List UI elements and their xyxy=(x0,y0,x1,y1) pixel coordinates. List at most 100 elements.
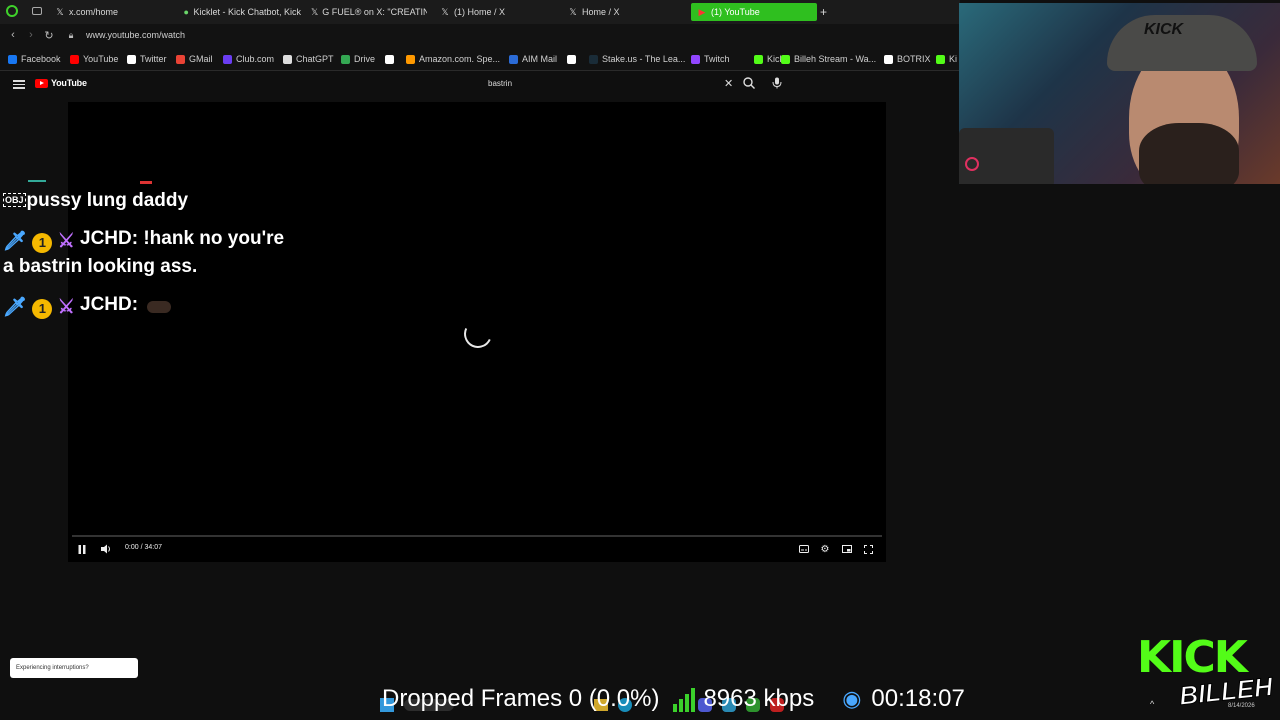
reload-button[interactable]: ↻ xyxy=(42,28,56,42)
volume-button[interactable] xyxy=(99,543,113,555)
tab-home-x-2[interactable]: 𝕏 Home / X xyxy=(568,3,620,21)
kick-billeh-logo: KICK BILLEH xyxy=(1137,636,1277,718)
bookmark-item[interactable]: Facebook xyxy=(8,52,61,66)
x-icon: 𝕏 xyxy=(441,6,449,17)
captions-icon xyxy=(799,545,809,553)
bookmark-item[interactable]: BOTRIX xyxy=(884,52,931,66)
bookmark-label: AIM Mail xyxy=(522,54,558,64)
search-icon[interactable] xyxy=(742,76,756,90)
fullscreen-button[interactable] xyxy=(861,543,875,555)
bookmark-item[interactable]: Stake.us - The Lea... xyxy=(589,52,685,66)
obj-badge: OBJ xyxy=(3,193,26,207)
tab-label: G FUEL® on X: "CREATING xyxy=(322,7,427,17)
uptime: 00:18:07 xyxy=(871,685,965,712)
x-icon: 𝕏 xyxy=(569,6,577,17)
back-button[interactable]: ‹ xyxy=(6,28,20,42)
youtube-play-icon xyxy=(35,78,48,88)
reload-icon: ↻ xyxy=(44,29,54,42)
bookmark-item[interactable]: Billeh Stream - Wa... xyxy=(781,52,876,66)
bookmark-item[interactable]: Ki xyxy=(936,52,957,66)
bookmark-item[interactable]: Kick xyxy=(754,52,784,66)
sword-icon: 🗡︎ xyxy=(3,231,28,252)
miniplayer-icon xyxy=(842,545,852,553)
lock-icon[interactable]: 🔒︎ xyxy=(64,28,78,42)
bookmark-label: Ki xyxy=(949,54,958,64)
bookmark-label: Drive xyxy=(354,54,376,64)
bookmark-icon xyxy=(341,54,350,64)
bookmark-item[interactable]: Twitter xyxy=(127,52,167,66)
settings-button[interactable]: ⚙ xyxy=(818,543,832,555)
bookmark-item[interactable]: GMail xyxy=(176,52,213,66)
bookmark-icon xyxy=(781,54,790,64)
bookmark-icon xyxy=(936,54,945,64)
broadcast-icon: ◉ xyxy=(842,686,862,711)
tab-gfuel[interactable]: 𝕏 G FUEL® on X: "CREATING xyxy=(311,3,427,21)
bookmark-label: Billeh Stream - Wa... xyxy=(794,54,877,64)
tab-label: x.com/home xyxy=(69,7,119,17)
chat-residue xyxy=(140,181,152,184)
chat-message-1: OBJ pussy lung daddy xyxy=(3,190,188,212)
new-tab-button[interactable]: + xyxy=(820,3,827,21)
progress-bar[interactable] xyxy=(72,535,882,537)
bookmark-item[interactable] xyxy=(567,52,580,66)
signal-bars-icon xyxy=(673,686,696,712)
emote-icon xyxy=(147,301,172,313)
rainbow-sword-icon: ⚔︎ xyxy=(57,231,75,252)
bookmark-item[interactable]: AIM Mail xyxy=(509,52,557,66)
pause-button[interactable] xyxy=(76,543,88,555)
light-ring xyxy=(965,157,979,171)
bookmark-label: GMail xyxy=(189,54,213,64)
interruptions-prompt[interactable]: Experiencing interruptions? xyxy=(10,658,138,678)
bitrate: 8963 kbps xyxy=(703,685,815,712)
chat-text: !hank no you're xyxy=(143,228,285,249)
taskbar-date: 8/14/2026 xyxy=(1228,703,1255,709)
clear-search-icon[interactable]: ✕ xyxy=(724,77,733,90)
bookmark-item[interactable]: ChatGPT xyxy=(283,52,334,66)
sword-icon: 🗡︎ xyxy=(3,297,28,318)
gold-badge-icon: 1 xyxy=(32,299,53,319)
bookmark-label: ChatGPT xyxy=(296,54,334,64)
tab-home-x-1[interactable]: 𝕏 (1) Home / X xyxy=(440,3,505,21)
arrow-left-icon: ‹ xyxy=(11,29,15,41)
tab-x-home[interactable]: 𝕏 x.com/home xyxy=(55,3,118,21)
bookmark-icon xyxy=(406,54,415,64)
tab-label: Home / X xyxy=(582,7,620,17)
chat-text: pussy lung daddy xyxy=(26,190,189,211)
bookmark-icon xyxy=(385,54,394,64)
bookmark-item[interactable] xyxy=(385,52,398,66)
chat-residue xyxy=(28,180,46,182)
kick-wordmark: KICK xyxy=(1137,632,1248,683)
bookmark-icon xyxy=(567,54,576,64)
bookmark-item[interactable]: YouTube xyxy=(70,52,118,66)
captions-button[interactable] xyxy=(797,543,811,555)
tab-kicklet[interactable]: ● Kicklet - Kick Chatbot, Kick xyxy=(183,3,302,21)
url-field[interactable]: www.youtube.com/watch xyxy=(86,30,185,40)
chat-message-3: 🗡︎ 1 ⚔︎ JCHD: xyxy=(3,294,172,319)
kicklet-icon: ● xyxy=(183,7,189,17)
youtube-logo[interactable]: YouTube xyxy=(35,78,87,88)
bookmark-icon xyxy=(70,54,79,64)
forward-button[interactable]: › xyxy=(24,28,38,42)
hamburger-menu-icon[interactable] xyxy=(13,78,25,90)
browser-logo-icon[interactable] xyxy=(6,5,18,17)
chat-message-2: 🗡︎ 1 ⚔︎ JCHD: !hank no you're xyxy=(3,228,284,253)
beard xyxy=(1139,123,1239,184)
bookmark-label: Club.com xyxy=(236,54,275,64)
theater-mode-button[interactable] xyxy=(840,543,854,555)
bookmark-icon xyxy=(884,54,893,64)
bookmark-label: Twitch xyxy=(704,54,730,64)
x-icon: 𝕏 xyxy=(311,6,319,17)
tab-label: (1) YouTube xyxy=(711,7,760,17)
bookmark-item[interactable]: Amazon.com. Spe... xyxy=(406,52,500,66)
bookmark-item[interactable]: Twitch xyxy=(691,52,730,66)
bookmark-item[interactable]: Drive xyxy=(341,52,375,66)
bookmark-item[interactable]: Club.com xyxy=(223,52,274,66)
workspaces-icon[interactable] xyxy=(32,7,42,15)
chat-username: JCHD: xyxy=(80,294,139,315)
bookmark-label: BOTRIX xyxy=(897,54,931,64)
search-input[interactable] xyxy=(480,74,756,92)
microphone-icon[interactable] xyxy=(767,75,787,91)
tab-label: (1) Home / X xyxy=(454,7,506,17)
tab-youtube-active[interactable]: ▶ (1) YouTube xyxy=(691,3,817,21)
chat-username: JCHD: xyxy=(80,228,139,249)
